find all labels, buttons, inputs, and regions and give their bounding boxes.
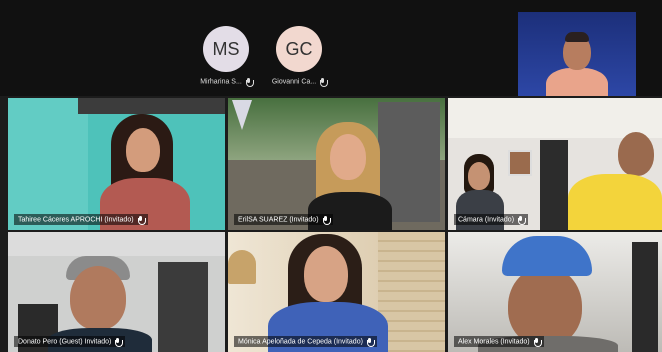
active-speaker-video[interactable]	[518, 12, 636, 96]
video-tile[interactable]: Donato Pero (Guest) Invitado)	[8, 232, 225, 352]
crest-logo	[232, 100, 252, 130]
participant-label: Tahiree Cáceres APROCHI (Invitado)	[14, 213, 148, 225]
cap-logo	[528, 242, 568, 256]
participant-label: Mónica Apeloñada de Cepeda (Invitado)	[234, 335, 377, 347]
participant-name: Mirharina S...	[200, 78, 242, 86]
microphone-icon	[322, 215, 331, 225]
microphone-icon	[366, 337, 375, 347]
wall-picture	[508, 150, 532, 176]
video-tile[interactable]: Mónica Apeloñada de Cepeda (Invitado)	[228, 232, 445, 352]
participant-label: Cámara (Invitado)	[454, 213, 529, 225]
microphone-icon	[533, 337, 542, 347]
participants-strip: MS Mirharina S... GC Giovanni Ca...	[0, 0, 662, 96]
lamp	[228, 250, 256, 284]
avatar: MS	[203, 26, 249, 72]
audio-participant-gc[interactable]: GC Giovanni Ca...	[263, 26, 335, 87]
video-tile[interactable]: ErilSA SUAREZ (Invitado)	[228, 98, 445, 230]
participant-label: Alex Morales (Invitado)	[454, 335, 544, 347]
video-tile[interactable]: Alex Morales (Invitado)	[448, 232, 662, 352]
participant-label: Donato Pero (Guest) Invitado)	[14, 335, 126, 347]
microphone-icon	[115, 337, 124, 347]
participant-name: Giovanni Ca...	[271, 78, 317, 86]
microphone-icon	[137, 215, 146, 225]
video-tile[interactable]: Tahiree Cáceres APROCHI (Invitado)	[8, 98, 225, 230]
microphone-icon	[245, 78, 254, 87]
avatar: GC	[276, 26, 322, 72]
video-call-stage: MS Mirharina S... GC Giovanni Ca... Tahi…	[0, 0, 662, 352]
microphone-icon	[320, 78, 329, 87]
participant-label: ErilSA SUAREZ (Invitado)	[234, 213, 333, 225]
window-blinds	[378, 232, 445, 352]
video-tile[interactable]: Cámara (Invitado)	[448, 98, 662, 230]
audio-participant-ms[interactable]: MS Mirharina S...	[190, 26, 262, 87]
microphone-icon	[518, 215, 527, 225]
